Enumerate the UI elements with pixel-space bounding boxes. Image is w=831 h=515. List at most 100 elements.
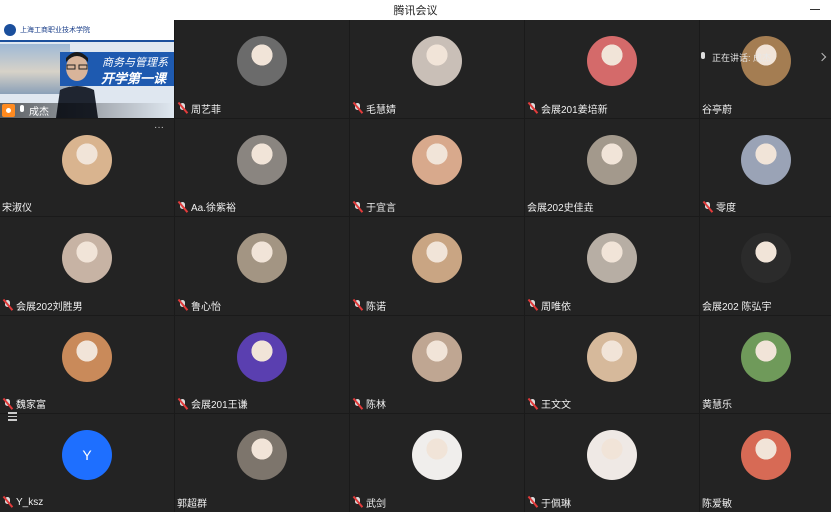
avatar — [740, 134, 791, 185]
participant-tile[interactable]: 会展202 陈弘宇 — [700, 217, 831, 315]
participant-name: 会展201姜培新 — [541, 104, 608, 116]
speaker-name-bar: 成杰 — [0, 102, 174, 118]
avatar — [412, 331, 462, 382]
avatar — [587, 134, 637, 185]
participant-tile[interactable]: 于宜言 — [350, 118, 524, 217]
participant-tile[interactable]: 王文文 — [525, 315, 699, 414]
window-title: 腾讯会议 — [393, 5, 438, 17]
participant-name: 魏家富 — [16, 400, 46, 412]
participant-name: 会展202刘胜男 — [16, 301, 83, 313]
participant-tile[interactable]: 谷亭蔚 — [700, 20, 831, 118]
speaker-tile[interactable]: 上海工商职业技术学院 商务与管理系 开学第一课 成杰 — [0, 20, 174, 118]
avatar — [740, 233, 791, 284]
host-badge-icon — [2, 103, 15, 117]
participant-name: 陈爱敏 — [702, 498, 732, 510]
mic-muted-icon — [352, 398, 364, 410]
participant-tile[interactable]: ··· 宋淑仪 — [0, 118, 174, 217]
participant-name-bar: Y_ksz — [2, 495, 43, 510]
participant-tile[interactable]: Y Y_ksz — [0, 414, 174, 512]
participant-name-bar: 会展202 陈弘宇 — [702, 298, 771, 313]
participant-tile[interactable]: 陈林 — [350, 315, 524, 414]
participant-name-bar: 周艺菲 — [177, 101, 221, 116]
avatar — [62, 134, 112, 185]
mic-muted-icon — [527, 398, 539, 410]
participant-name-bar: 陈爱敏 — [702, 495, 732, 510]
participant-tile[interactable]: 零度 — [700, 118, 831, 217]
school-logo-icon — [4, 24, 16, 36]
avatar — [740, 430, 791, 481]
avatar — [740, 331, 791, 382]
participant-tile[interactable]: 毛慧婧 — [350, 20, 524, 118]
participant-name-bar: 鲁心怡 — [177, 298, 221, 313]
participant-tile[interactable]: Aa.徐紫裕 — [175, 118, 349, 217]
participant-name-bar: 周唯依 — [527, 298, 571, 313]
speaking-text: 正在讲话: 成杰 — [712, 52, 772, 63]
participant-name: 武剑 — [366, 498, 386, 510]
participant-tile[interactable]: 黄慧乐 — [700, 315, 831, 414]
participant-tile[interactable]: 郭超群 — [175, 414, 349, 512]
participant-name: 谷亭蔚 — [702, 104, 732, 116]
participant-name-bar: 武剑 — [352, 495, 386, 510]
mic-muted-icon — [527, 299, 539, 311]
avatar — [587, 233, 637, 284]
participant-name: 黄慧乐 — [702, 400, 732, 412]
participant-name-bar: 谷亭蔚 — [702, 101, 732, 116]
participant-tile[interactable]: 会展202史佳垚 — [525, 118, 699, 217]
participant-tile[interactable]: 陈诺 — [350, 217, 524, 315]
participant-name: 毛慧婧 — [366, 104, 396, 116]
mic-muted-icon — [352, 299, 364, 311]
speaker-name: 成杰 — [29, 106, 49, 118]
mic-muted-icon — [702, 201, 714, 213]
avatar — [412, 430, 462, 481]
participant-name: 宋淑仪 — [2, 203, 32, 215]
participant-name: 周唯依 — [541, 301, 571, 313]
slide-title-2: 开学第一课 — [100, 71, 166, 86]
participant-tile[interactable]: 鲁心怡 — [175, 217, 349, 315]
participant-name-bar: 于佩琳 — [527, 495, 571, 510]
participant-tile[interactable]: 于佩琳 — [525, 414, 699, 512]
participant-name: 会展202史佳垚 — [527, 203, 594, 215]
participant-tile[interactable]: 周艺菲 — [175, 20, 349, 118]
participant-name: Aa.徐紫裕 — [191, 203, 237, 215]
participant-name: 会展201王谦 — [191, 400, 248, 412]
participant-name-bar: Aa.徐紫裕 — [177, 199, 236, 214]
avatar — [587, 430, 637, 481]
mic-icon — [698, 51, 708, 63]
mic-muted-icon — [177, 398, 189, 410]
list-menu-icon[interactable] — [6, 410, 20, 424]
avatar — [412, 36, 462, 86]
avatar — [237, 134, 287, 185]
participant-name: 于佩琳 — [541, 498, 571, 510]
slide-school-name: 上海工商职业技术学院 — [20, 27, 90, 34]
participant-name-bar: 王文文 — [527, 396, 571, 411]
slide-header: 上海工商职业技术学院 — [0, 20, 174, 42]
participant-name-bar: 郭超群 — [177, 495, 207, 510]
minimize-icon[interactable] — [809, 3, 821, 15]
mic-muted-icon — [177, 299, 189, 311]
mic-muted-icon — [177, 102, 189, 114]
participant-name-bar: 陈诺 — [352, 298, 386, 313]
avatar — [237, 331, 287, 382]
participant-tile[interactable]: 魏家富 — [0, 315, 174, 414]
more-options-icon[interactable]: ··· — [152, 122, 166, 132]
mic-muted-icon — [2, 398, 14, 410]
participant-tile[interactable]: 会展202刘胜男 — [0, 217, 174, 315]
participant-name-bar: 会展202史佳垚 — [527, 199, 594, 214]
speaking-indicator: 正在讲话: 成杰 — [698, 48, 806, 66]
collapse-arrow-icon[interactable] — [817, 52, 827, 62]
participant-tile[interactable]: 陈爱敏 — [700, 414, 831, 512]
video-grid: 上海工商职业技术学院 商务与管理系 开学第一课 成杰 周艺菲 毛慧婧 会展201姜培… — [0, 20, 831, 512]
participant-tile[interactable]: 武剑 — [350, 414, 524, 512]
participant-tile[interactable]: 会展201王谦 — [175, 315, 349, 414]
participant-tile[interactable]: 周唯依 — [525, 217, 699, 315]
participant-name-bar: 于宜言 — [352, 199, 396, 214]
mic-muted-icon — [177, 201, 189, 213]
mic-icon — [18, 104, 26, 116]
participant-name: 周艺菲 — [191, 104, 221, 116]
participant-name: 鲁心怡 — [191, 301, 221, 313]
participant-name: 王文文 — [541, 400, 571, 412]
participant-name-bar: 宋淑仪 — [2, 199, 32, 214]
participant-tile[interactable]: 会展201姜培新 — [525, 20, 699, 118]
avatar: Y — [62, 430, 112, 481]
participant-name: 会展202 陈弘宇 — [702, 301, 772, 313]
